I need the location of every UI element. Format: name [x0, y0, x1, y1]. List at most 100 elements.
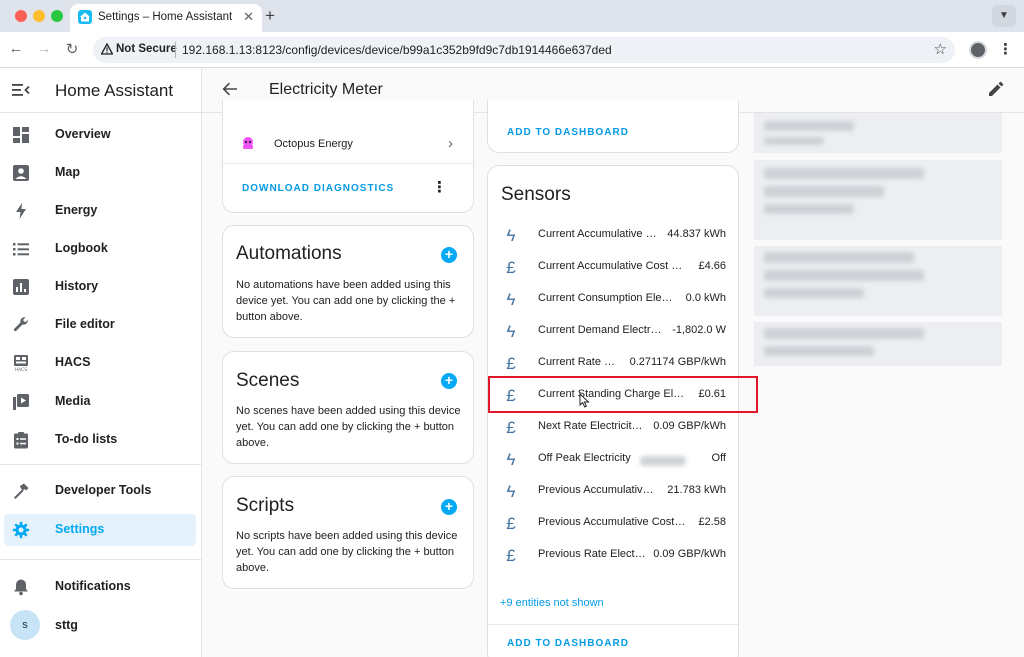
sidebar: Home Assistant Overview Map Energy Logbo…	[0, 68, 202, 657]
play-box-multiple-icon	[13, 394, 29, 410]
sidebar-header: Home Assistant	[0, 68, 202, 113]
automations-title: Automations	[236, 243, 342, 264]
sidebar-item-overview[interactable]: Overview	[4, 119, 196, 151]
sidebar-item-settings[interactable]: Settings	[4, 514, 196, 546]
minimize-window-button[interactable]	[33, 10, 45, 22]
octopus-energy-icon	[243, 137, 253, 149]
sidebar-item-label: Notifications	[55, 579, 131, 593]
sidebar-item-notifications[interactable]: Notifications	[4, 571, 196, 603]
more-options-icon[interactable]: ⋮	[432, 178, 447, 196]
sensor-row[interactable]: ϟ Current Demand Electri… -1,802.0 W	[488, 316, 738, 348]
sensor-value: 44.837 kWh	[667, 228, 726, 240]
device-info-card: Octopus Energy › DOWNLOAD DIAGNOSTICS ⋮	[222, 100, 474, 213]
tab-title: Settings – Home Assistant	[98, 11, 233, 23]
sidebar-item-label: To-do lists	[55, 432, 118, 446]
mouse-pointer-icon	[579, 393, 590, 408]
browser-menu-icon[interactable]: ⋮	[998, 40, 1013, 58]
sidebar-item-energy[interactable]: Energy	[4, 195, 196, 227]
integration-row[interactable]: Octopus Energy ›	[223, 126, 473, 164]
add-automation-button[interactable]: +	[441, 247, 457, 263]
sidebar-item-logbook[interactable]: Logbook	[4, 233, 196, 265]
url-text[interactable]: 192.168.1.13:8123/config/devices/device/…	[182, 43, 612, 57]
sensor-name: Current Rate E…	[538, 356, 620, 368]
hammer-icon	[14, 483, 29, 499]
redacted-block	[754, 113, 1002, 153]
sensor-row[interactable]: ϟ Current Accumulative … 44.837 kWh	[488, 220, 738, 252]
close-tab-icon[interactable]: ✕	[243, 9, 254, 25]
sensor-name: Current Demand Electri…	[538, 324, 663, 336]
integration-name: Octopus Energy	[274, 138, 353, 150]
browser-tab[interactable]: Settings – Home Assistant ✕	[70, 4, 262, 32]
bookmark-star-icon[interactable]: ☆	[934, 40, 947, 58]
download-diagnostics-button[interactable]: DOWNLOAD DIAGNOSTICS	[242, 183, 394, 194]
sensor-row[interactable]: ϟ Current Consumption Elec… 0.0 kWh	[488, 284, 738, 316]
sensor-row[interactable]: £ Previous Accumulative Cost … £2.58	[488, 508, 738, 540]
forward-arrow-icon[interactable]: →	[34, 40, 54, 57]
sidebar-app-title: Home Assistant	[55, 81, 174, 100]
redacted-text	[640, 456, 686, 466]
sidebar-item-developer-tools[interactable]: Developer Tools	[4, 475, 196, 507]
scripts-title: Scripts	[236, 495, 295, 516]
sidebar-item-label: Overview	[55, 127, 111, 141]
add-to-dashboard-button[interactable]: ADD TO DASHBOARD	[507, 638, 629, 649]
zoom-window-button[interactable]	[51, 10, 63, 22]
sensor-row[interactable]: £ Next Rate Electricit… 0.09 GBP/kWh	[488, 412, 738, 444]
sidebar-item-label: Media	[55, 394, 91, 408]
add-scene-button[interactable]: +	[441, 373, 457, 389]
redacted-text	[764, 346, 874, 356]
sidebar-item-map[interactable]: Map	[4, 157, 196, 189]
sensors-title: Sensors	[501, 184, 571, 205]
menu-open-icon[interactable]	[12, 82, 30, 98]
scenes-title: Scenes	[236, 370, 300, 391]
sidebar-item-label: Developer Tools	[55, 483, 152, 497]
address-bar[interactable]: Not Secure 192.168.1.13:8123/config/devi…	[93, 37, 955, 63]
redacted-block	[754, 160, 1002, 240]
sensor-value: -1,802.0 W	[672, 324, 726, 336]
sensor-row[interactable]: £ Previous Rate Elect… 0.09 GBP/kWh	[488, 540, 738, 572]
sensor-row[interactable]: ϟ Off Peak Electricity Off	[488, 444, 738, 476]
redacted-block	[754, 246, 1002, 316]
sidebar-divider	[0, 559, 202, 560]
more-entities-link[interactable]: +9 entities not shown	[500, 597, 604, 609]
new-tab-button[interactable]: +	[265, 6, 275, 26]
scenes-empty-text: No scenes have been added using this dev…	[236, 405, 461, 449]
lightning-icon: ϟ	[506, 450, 516, 469]
sidebar-item-history[interactable]: History	[4, 271, 196, 303]
scenes-card: Scenes + No scenes have been added using…	[222, 351, 474, 464]
sensor-name: Previous Accumulativ…	[538, 484, 654, 496]
sidebar-item-to-do-lists[interactable]: To-do lists	[4, 424, 196, 456]
redacted-text	[764, 288, 864, 298]
sensor-value: 21.783 kWh	[667, 484, 726, 496]
close-window-button[interactable]	[15, 10, 27, 22]
currency-gbp-icon: £	[506, 354, 516, 373]
security-status[interactable]: Not Secure	[116, 43, 177, 55]
add-to-dashboard-button[interactable]: ADD TO DASHBOARD	[507, 127, 629, 138]
lightning-icon: ϟ	[506, 226, 516, 245]
sidebar-item-file-editor[interactable]: File editor	[4, 309, 196, 341]
back-arrow-icon[interactable]	[222, 81, 238, 97]
sidebar-item-label: sttg	[55, 618, 78, 632]
reload-icon[interactable]: ↻	[62, 40, 82, 58]
sensor-row[interactable]: £ Current Accumulative Cost E… £4.66	[488, 252, 738, 284]
sensor-row[interactable]: ϟ Previous Accumulativ… 21.783 kWh	[488, 476, 738, 508]
back-arrow-icon[interactable]: ←	[6, 40, 26, 57]
redacted-text	[764, 168, 924, 179]
add-script-button[interactable]: +	[441, 499, 457, 515]
profile-avatar-icon[interactable]	[969, 41, 987, 59]
currency-gbp-icon: £	[506, 258, 516, 277]
sensor-name: Previous Rate Elect…	[538, 548, 646, 560]
sidebar-item-media[interactable]: Media	[4, 386, 196, 418]
currency-gbp-icon: £	[506, 514, 516, 533]
sidebar-item-user[interactable]: s sttg	[4, 610, 196, 642]
pencil-icon[interactable]	[988, 81, 1004, 97]
sidebar-item-label: Settings	[55, 522, 105, 536]
sidebar-item-hacs[interactable]: HACS HACS	[4, 347, 196, 379]
scripts-empty-text: No scripts have been added using this de…	[236, 530, 458, 574]
home-assistant-favicon-icon	[78, 10, 92, 24]
scripts-card: Scripts + No scripts have been added usi…	[222, 476, 474, 589]
sidebar-item-label: HACS	[55, 355, 91, 369]
chevron-down-icon[interactable]: ▼	[992, 5, 1016, 27]
hacs-icon: HACS	[14, 355, 28, 372]
format-list-icon	[13, 243, 29, 256]
card-divider	[488, 624, 738, 625]
